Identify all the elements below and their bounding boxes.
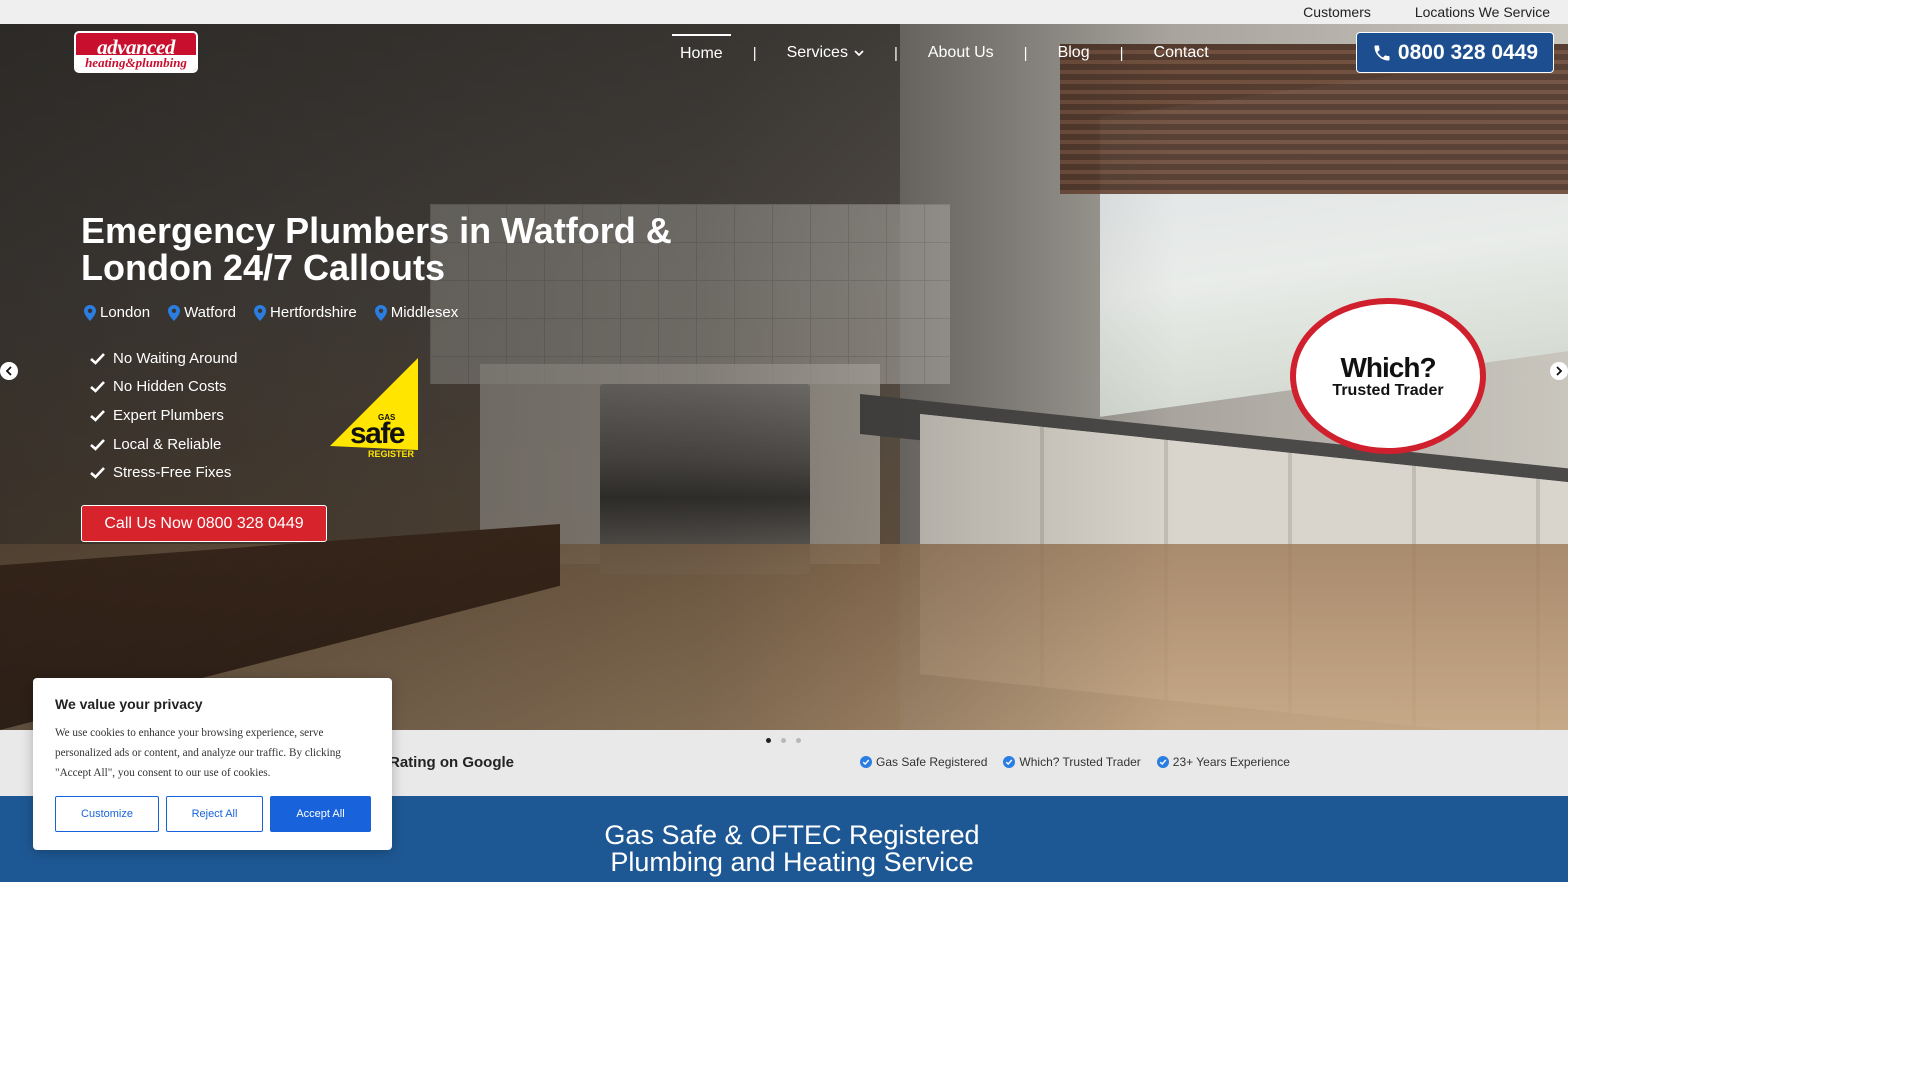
map-pin-icon	[374, 304, 387, 321]
cookie-actions: Customize Reject All Accept All	[55, 796, 371, 832]
accreditation-item: Which? Trusted Trader	[1003, 755, 1141, 769]
benefit-item: Local & Reliable	[90, 430, 238, 459]
site-logo[interactable]: advanced heating&plumbing	[74, 31, 198, 73]
nav-contact[interactable]: Contact	[1146, 34, 1217, 72]
cookie-customize-button[interactable]: Customize	[55, 796, 159, 832]
chevron-left-icon	[5, 366, 12, 376]
benefit-item: Expert Plumbers	[90, 401, 238, 430]
cookie-reject-button[interactable]: Reject All	[166, 796, 263, 832]
customers-link[interactable]: Customers	[1303, 4, 1371, 20]
slider-prev-button[interactable]	[0, 362, 18, 380]
accreditation-item: 23+ Years Experience	[1156, 755, 1290, 769]
nav-services-label: Services	[786, 44, 848, 61]
checkmark-icon	[90, 352, 105, 365]
location-item: Watford	[168, 304, 236, 321]
chevron-down-icon	[854, 49, 864, 56]
location-item: Hertfordshire	[254, 304, 357, 321]
verified-check-icon	[860, 756, 872, 768]
checkmark-icon	[90, 381, 105, 394]
cookie-title: We value your privacy	[55, 696, 203, 712]
map-pin-icon	[84, 304, 96, 321]
nav-separator: |	[893, 44, 898, 62]
nav-blog[interactable]: Blog	[1050, 34, 1098, 72]
locations-link[interactable]: Locations We Service	[1415, 4, 1550, 20]
cookie-text: We use cookies to enhance your browsing …	[55, 727, 341, 779]
header-phone-button[interactable]: 0800 328 0449	[1356, 32, 1554, 73]
nav-separator: |	[1023, 44, 1028, 62]
nav-about[interactable]: About Us	[920, 34, 1002, 72]
gas-safe-logo: GAS safe REGISTER	[330, 358, 418, 459]
call-now-button[interactable]: Call Us Now 0800 328 0449	[81, 505, 327, 542]
verified-check-icon	[1156, 756, 1169, 768]
verified-check-icon	[1003, 756, 1016, 768]
benefit-item: No Hidden Costs	[90, 373, 238, 402]
checkmark-icon	[90, 467, 105, 479]
accreditation-item: Gas Safe Registered	[860, 755, 987, 769]
location-item: London	[84, 304, 150, 321]
location-item: Middlesex	[374, 304, 458, 321]
map-pin-icon	[168, 304, 181, 321]
checkmark-icon	[90, 438, 105, 451]
svg-text:safe: safe	[350, 417, 405, 450]
location-list: London Watford Hertfordshire Middlesex	[84, 304, 458, 321]
checkmark-icon	[90, 410, 105, 422]
accreditation-list: Gas Safe Registered Which? Trusted Trade…	[860, 755, 1290, 769]
slider-dot[interactable]	[781, 738, 786, 743]
nav-separator: |	[1119, 44, 1124, 62]
svg-text:REGISTER: REGISTER	[368, 449, 415, 459]
benefit-item: No Waiting Around	[90, 344, 238, 373]
nav-services[interactable]: Services	[779, 34, 872, 72]
chevron-right-icon	[1556, 366, 1563, 376]
which-trusted-trader-badge: Which? Trusted Trader	[1290, 298, 1486, 454]
slider-dots	[766, 738, 801, 743]
hero-title: Emergency Plumbers in Watford & London 2…	[81, 210, 672, 288]
nav-separator: |	[752, 44, 757, 62]
google-rating-label: Rating on Google	[389, 754, 514, 771]
header-phone-number: 0800 328 0449	[1397, 40, 1539, 64]
utility-bar: Customers Locations We Service	[0, 0, 1568, 24]
benefit-item: Stress-Free Fixes	[90, 458, 238, 487]
main-nav: Home | Services | About Us | Blog | Cont…	[672, 34, 1217, 72]
nav-home[interactable]: Home	[672, 34, 731, 72]
cookie-accept-button[interactable]: Accept All	[270, 796, 371, 832]
phone-icon	[1374, 45, 1390, 60]
cookie-consent-dialog: We value your privacy We use cookies to …	[33, 678, 392, 850]
slider-next-button[interactable]	[1550, 362, 1568, 380]
slider-dot[interactable]	[796, 738, 801, 743]
map-pin-icon	[254, 304, 267, 321]
slider-dot[interactable]	[766, 738, 771, 743]
benefit-list: No Waiting Around No Hidden Costs Expert…	[90, 344, 238, 487]
